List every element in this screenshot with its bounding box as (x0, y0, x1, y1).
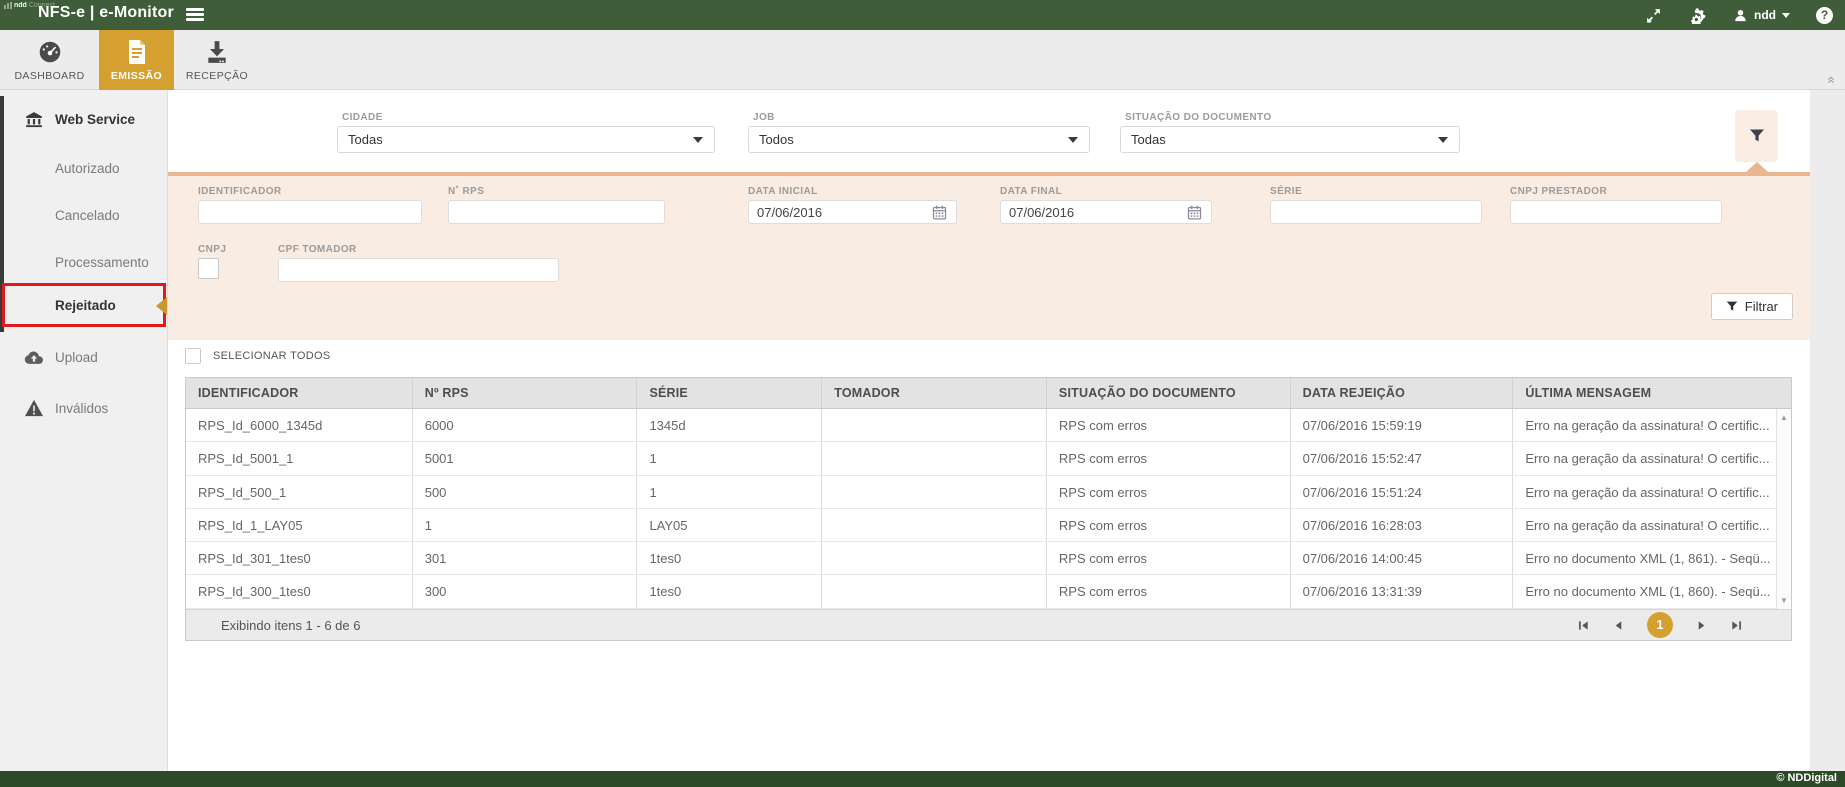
table-body: RPS_Id_6000_1345d60001345dRPS com erros0… (186, 409, 1791, 609)
table-row[interactable]: RPS_Id_5001_150011RPS com erros07/06/201… (186, 442, 1791, 475)
tab-dashboard[interactable]: DASHBOARD (0, 30, 99, 90)
module-tab-bar: DASHBOARD EMISSÃO RECEPÇÃO « (0, 30, 1845, 90)
select-all-label: SELECIONAR TODOS (213, 350, 330, 362)
serie-label: SÉRIE (1270, 186, 1302, 197)
table-scrollbar[interactable]: ▲ ▼ (1776, 409, 1791, 609)
collapse-panel-icon[interactable]: « (1826, 76, 1836, 83)
user-name: ndd (1754, 8, 1776, 22)
rejected-documents-table: IDENTIFICADOR Nº RPS SÉRIE TOMADOR SITUA… (185, 377, 1792, 641)
cidade-label: CIDADE (342, 112, 383, 123)
data-final-input[interactable] (1000, 200, 1212, 224)
cnpj-label: CNPJ (198, 244, 226, 255)
previous-page-button[interactable] (1612, 619, 1625, 632)
first-page-button[interactable] (1577, 619, 1590, 632)
scroll-up-icon[interactable]: ▲ (1777, 413, 1791, 422)
scroll-down-icon[interactable]: ▼ (1777, 596, 1791, 605)
fullscreen-expand-icon[interactable] (1645, 7, 1662, 24)
main-content: CIDADE Todas JOB Todos SITUAÇÃO DO DOCUM… (168, 90, 1810, 771)
data-inicial-input[interactable] (748, 200, 957, 224)
e-monitor-app: nddConnect NFS-e | e-Monitor ndd (0, 0, 1845, 787)
situacao-select[interactable]: Todas (1120, 126, 1460, 153)
data-inicial-label: DATA INICIAL (748, 186, 818, 197)
situacao-value: Todas (1131, 132, 1166, 147)
cidade-select[interactable]: Todas (337, 126, 715, 153)
active-item-arrow (156, 297, 167, 315)
tab-emissao[interactable]: EMISSÃO (99, 30, 174, 90)
col-identificador[interactable]: IDENTIFICADOR (186, 378, 413, 408)
col-data-rejeicao[interactable]: DATA REJEIÇÃO (1291, 378, 1514, 408)
help-icon[interactable]: ? (1816, 7, 1833, 24)
funnel-icon (1749, 129, 1765, 143)
table-row[interactable]: RPS_Id_300_1tes03001tes0RPS com erros07/… (186, 575, 1791, 608)
download-icon (204, 39, 230, 65)
cnpj-prestador-label: CNPJ PRESTADOR (1510, 186, 1607, 197)
sidebar-item-cancelado[interactable]: Cancelado (0, 198, 168, 232)
filter-toggle-button[interactable] (1735, 110, 1778, 162)
table-row[interactable]: RPS_Id_1_LAY051LAY05RPS com erros07/06/2… (186, 509, 1791, 542)
col-ultima-mensagem[interactable]: ÚLTIMA MENSAGEM (1513, 378, 1791, 408)
job-label: JOB (753, 112, 775, 123)
job-select[interactable]: Todos (748, 126, 1090, 153)
col-situacao[interactable]: SITUAÇÃO DO DOCUMENTO (1047, 378, 1291, 408)
job-caret-icon (1068, 137, 1078, 143)
nrps-label: N˚ RPS (448, 186, 484, 197)
sidebar-item-rejeitado[interactable]: Rejeitado (0, 288, 168, 322)
sidebar-nav: Web Service Autorizado Cancelado Process… (0, 90, 168, 771)
items-summary: Exibindo itens 1 - 6 de 6 (186, 618, 1577, 633)
nrps-input[interactable] (448, 200, 665, 224)
cidade-value: Todas (348, 132, 383, 147)
filter-panel: IDENTIFICADOR N˚ RPS DATA INICIAL DATA F… (168, 172, 1810, 340)
tab-recepcao[interactable]: RECEPÇÃO (174, 30, 260, 90)
app-footer: © NDDigital (0, 771, 1845, 787)
user-icon (1733, 8, 1748, 23)
situacao-label: SITUAÇÃO DO DOCUMENTO (1125, 112, 1272, 123)
cpf-tomador-label: CPF TOMADOR (278, 244, 357, 255)
filter-panel-pointer (1746, 162, 1768, 172)
sidebar-item-autorizado[interactable]: Autorizado (0, 151, 168, 185)
user-caret-icon (1782, 13, 1790, 18)
sidebar-item-invalidos[interactable]: Inválidos (0, 391, 168, 425)
app-title: NFS-e | e-Monitor (38, 4, 174, 22)
cloud-upload-icon (24, 349, 46, 365)
last-page-button[interactable] (1730, 619, 1743, 632)
cnpj-prestador-input[interactable] (1510, 200, 1722, 224)
select-all-checkbox[interactable] (185, 348, 201, 364)
job-value: Todos (759, 132, 794, 147)
bank-icon (24, 109, 46, 129)
logo-brand: ndd (14, 2, 27, 9)
user-menu[interactable]: ndd (1733, 8, 1790, 23)
col-tomador[interactable]: TOMADOR (822, 378, 1047, 408)
document-icon (125, 39, 149, 65)
table-row[interactable]: RPS_Id_500_15001RPS com erros07/06/2016 … (186, 476, 1791, 509)
col-serie[interactable]: SÉRIE (637, 378, 822, 408)
logo-bars-icon (4, 2, 12, 9)
sidebar-item-upload[interactable]: Upload (0, 340, 168, 374)
table-row[interactable]: RPS_Id_301_1tes03011tes0RPS com erros07/… (186, 542, 1791, 575)
current-page-badge[interactable]: 1 (1647, 612, 1673, 638)
sidebar-item-web-service[interactable]: Web Service (0, 102, 168, 136)
identificador-label: IDENTIFICADOR (198, 186, 282, 197)
cidade-caret-icon (693, 137, 703, 143)
warning-icon (24, 399, 46, 417)
filtrar-button[interactable]: Filtrar (1711, 293, 1793, 320)
cpf-tomador-input[interactable] (278, 258, 559, 282)
table-header: IDENTIFICADOR Nº RPS SÉRIE TOMADOR SITUA… (186, 378, 1791, 409)
cnpj-checkbox[interactable] (198, 258, 219, 279)
pagination: 1 (1577, 612, 1791, 638)
funnel-icon (1726, 301, 1738, 312)
table-footer: Exibindo itens 1 - 6 de 6 1 (186, 609, 1791, 640)
serie-input[interactable] (1270, 200, 1482, 224)
data-final-label: DATA FINAL (1000, 186, 1062, 197)
top-bar: nddConnect NFS-e | e-Monitor ndd (0, 0, 1845, 30)
gauge-icon (37, 39, 63, 65)
next-page-button[interactable] (1695, 619, 1708, 632)
identificador-input[interactable] (198, 200, 422, 224)
table-row[interactable]: RPS_Id_6000_1345d60001345dRPS com erros0… (186, 409, 1791, 442)
situacao-caret-icon (1438, 137, 1448, 143)
sidebar-item-processamento[interactable]: Processamento (0, 245, 168, 279)
col-n-rps[interactable]: Nº RPS (413, 378, 638, 408)
menu-hamburger-icon[interactable] (186, 8, 204, 22)
copyright-text: © NDDigital (1776, 772, 1837, 784)
settings-gears-icon[interactable] (1688, 7, 1707, 24)
